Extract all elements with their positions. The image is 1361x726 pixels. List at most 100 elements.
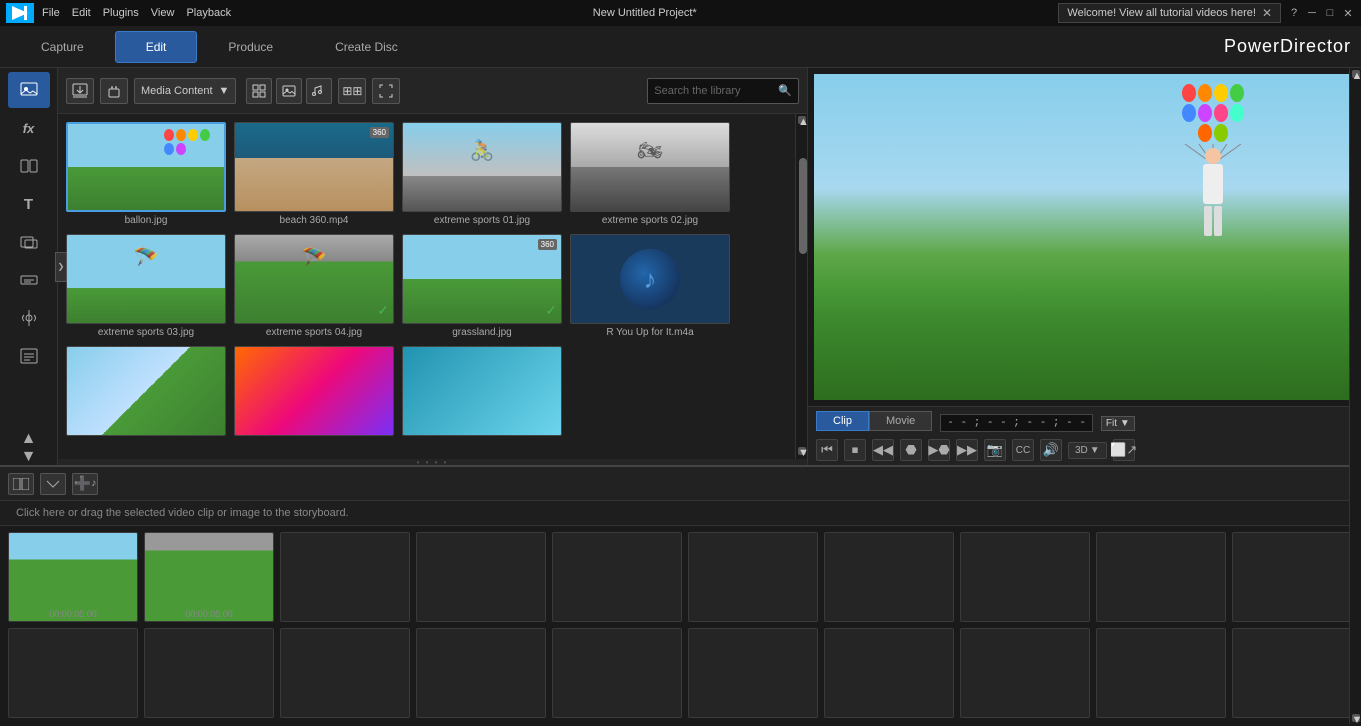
sidebar-icon-fx[interactable]: fx (8, 110, 50, 146)
menu-edit[interactable]: Edit (72, 7, 91, 19)
close-button[interactable]: ✕ (1341, 6, 1355, 20)
story-cell-17[interactable] (824, 628, 954, 718)
checkmark-icon-grassland: ✓ (545, 302, 557, 319)
media-thumb-audio: ♪ (570, 234, 730, 324)
story-cell-3[interactable] (280, 532, 410, 622)
story-cell-10[interactable] (1232, 532, 1361, 622)
badge-360-grassland: 360 (538, 239, 557, 250)
story-cell-6[interactable] (688, 532, 818, 622)
story-cell-9[interactable] (1096, 532, 1226, 622)
menu-bar: File Edit Plugins View Playback (42, 7, 231, 19)
story-cell-15[interactable] (552, 628, 682, 718)
content-type-dropdown[interactable]: Media Content ▼ (134, 78, 236, 104)
welcome-close-button[interactable]: ✕ (1262, 6, 1272, 20)
stop-button[interactable]: ⏹ (844, 439, 866, 461)
rewind-button[interactable]: ◀◀ (872, 439, 894, 461)
media-item-row3c[interactable] (402, 346, 562, 439)
audio-view-button[interactable] (306, 78, 332, 104)
story-cell-7[interactable] (824, 532, 954, 622)
volume-button[interactable]: 🔊 (1040, 439, 1062, 461)
media-grid: ballon.jpg 360 beach 360.mp4 (58, 114, 795, 459)
menu-playback[interactable]: Playback (186, 7, 231, 19)
next-frame-button[interactable]: ▶⬣ (928, 439, 950, 461)
tab-produce[interactable]: Produce (197, 31, 304, 63)
story-cell-1[interactable]: 00;00;05;00 (8, 532, 138, 622)
story-cell-11[interactable] (8, 628, 138, 718)
title-bar-right: Welcome! View all tutorial videos here! … (1058, 3, 1355, 23)
story-cell-16[interactable] (688, 628, 818, 718)
preview-controls: Clip Movie - - ; - - ; - - ; - - Fit ▼ ⏮… (808, 406, 1361, 465)
maximize-button[interactable]: □ (1323, 6, 1337, 20)
minimize-button[interactable]: ─ (1305, 6, 1319, 20)
fit-select[interactable]: Fit ▼ (1101, 416, 1135, 431)
story-cell-14[interactable] (416, 628, 546, 718)
storyboard-view-button[interactable] (8, 473, 34, 495)
media-thumb-sports02: 🏍 (570, 122, 730, 212)
clip-tab[interactable]: Clip (816, 411, 869, 431)
sidebar-icon-overlay[interactable] (8, 224, 50, 260)
import-button[interactable] (66, 78, 94, 104)
tab-capture[interactable]: Capture (10, 31, 115, 63)
media-scrollbar[interactable]: ▲ ▼ (795, 114, 807, 459)
help-button[interactable]: ? (1287, 6, 1301, 20)
story-cell-8[interactable] (960, 532, 1090, 622)
sidebar-icon-chapter[interactable] (8, 338, 50, 374)
subtitle-button[interactable]: CC (1012, 439, 1034, 461)
grid-view-button[interactable] (246, 78, 272, 104)
movie-tab[interactable]: Movie (869, 411, 932, 431)
media-item-sports01[interactable]: 🚴 extreme sports 01.jpg (402, 122, 562, 226)
menu-view[interactable]: View (151, 7, 175, 19)
sidebar-icon-down[interactable]: ▼ (8, 439, 50, 475)
story-thumb-2 (145, 533, 273, 621)
media-item-row3a[interactable] (66, 346, 226, 439)
plugin-button[interactable] (100, 78, 128, 104)
media-item-audio[interactable]: ♪ R You Up for It.m4a (570, 234, 730, 338)
nav-tabs: Capture Edit Produce Create Disc PowerDi… (0, 26, 1361, 68)
media-thumb-grassland: 360 ✓ (402, 234, 562, 324)
story-cell-13[interactable] (280, 628, 410, 718)
story-cell-18[interactable] (960, 628, 1090, 718)
sidebar-icon-media[interactable] (8, 72, 50, 108)
story-cell-19[interactable] (1096, 628, 1226, 718)
rewind-to-start-button[interactable]: ⏮ (816, 439, 838, 461)
media-thumb-sports03: 🪂 (66, 234, 226, 324)
story-cell-20[interactable] (1232, 628, 1361, 718)
search-input[interactable] (654, 85, 774, 97)
story-cell-2[interactable]: 00;00;05;00 (144, 532, 274, 622)
external-display-button[interactable]: ⬜↗ (1113, 439, 1135, 461)
media-item-sports02[interactable]: 🏍 extreme sports 02.jpg (570, 122, 730, 226)
media-item-ballon[interactable]: ballon.jpg (66, 122, 226, 226)
media-item-sports04[interactable]: 🪂 ✓ extreme sports 04.jpg (234, 234, 394, 338)
menu-plugins[interactable]: Plugins (103, 7, 139, 19)
snapshot-button[interactable]: 📷 (984, 439, 1006, 461)
media-item-grassland[interactable]: 360 ✓ grassland.jpg (402, 234, 562, 338)
story-cell-4[interactable] (416, 532, 546, 622)
tab-create-disc[interactable]: Create Disc (304, 31, 429, 63)
media-item-sports03[interactable]: 🪂 extreme sports 03.jpg (66, 234, 226, 338)
media-label-audio: R You Up for It.m4a (606, 327, 693, 338)
photo-view-button[interactable] (276, 78, 302, 104)
preview-panel: Clip Movie - - ; - - ; - - ; - - Fit ▼ ⏮… (808, 68, 1361, 465)
storyboard-scrollbar[interactable]: ▲ ▼ (1349, 68, 1361, 724)
media-row-3 (66, 346, 787, 439)
story-cell-12[interactable] (144, 628, 274, 718)
multi-view-button[interactable]: ⊞⊞ (338, 78, 366, 104)
prev-frame-button[interactable]: ⬣ (900, 439, 922, 461)
timecode-display: - - ; - - ; - - ; - - (940, 414, 1093, 432)
sidebar-icon-audio[interactable] (8, 300, 50, 336)
story-cell-5[interactable] (552, 532, 682, 622)
3d-button[interactable]: 3D ▼ (1068, 442, 1107, 459)
sidebar-icon-caption[interactable] (8, 262, 50, 298)
media-item-beach360[interactable]: 360 beach 360.mp4 (234, 122, 394, 226)
tab-edit[interactable]: Edit (115, 31, 198, 63)
add-audio-storyboard-button[interactable]: ➕ ♪ (72, 473, 98, 495)
sidebar-collapse-button[interactable]: ❯ (55, 252, 67, 282)
sidebar-icon-transition[interactable] (8, 148, 50, 184)
media-item-row3b[interactable] (234, 346, 394, 439)
sidebar-icon-text[interactable]: T (8, 186, 50, 222)
search-box[interactable]: 🔍 (647, 78, 799, 104)
fullscreen-button[interactable] (372, 78, 400, 104)
expand-storyboard-button[interactable] (40, 473, 66, 495)
menu-file[interactable]: File (42, 7, 60, 19)
fast-forward-button[interactable]: ▶▶ (956, 439, 978, 461)
